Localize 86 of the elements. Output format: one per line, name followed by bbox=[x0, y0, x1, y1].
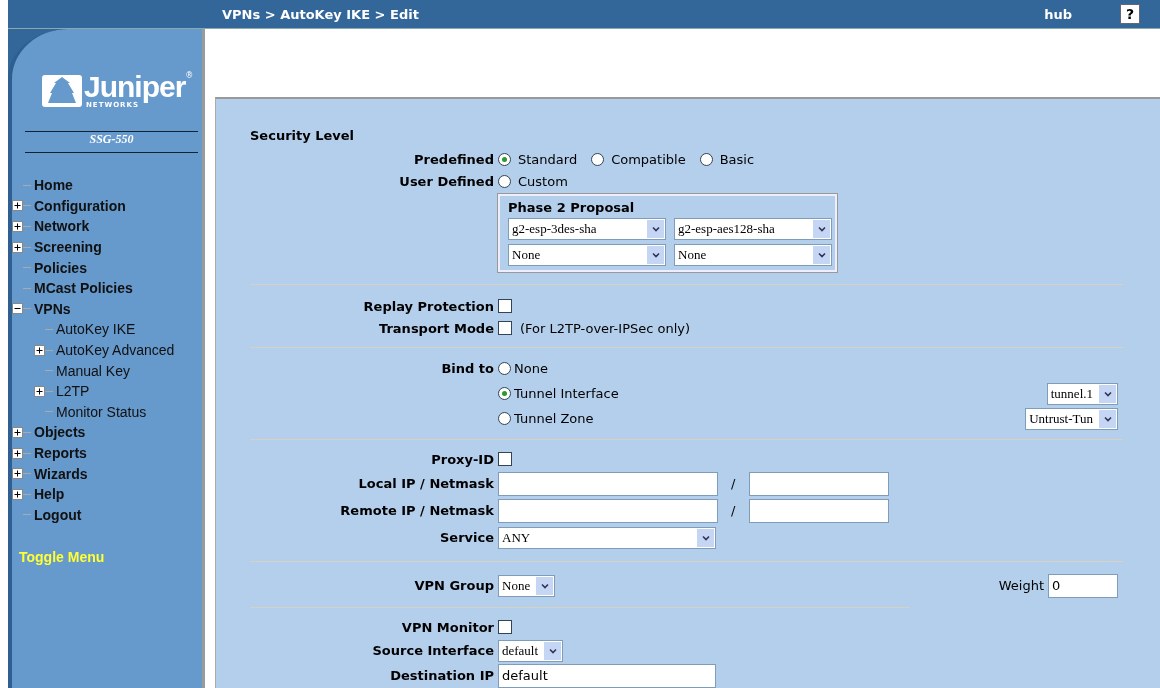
field-label: VPN Monitor bbox=[400, 619, 494, 635]
option-label: Custom bbox=[518, 173, 568, 189]
field-label: User Defined bbox=[398, 173, 494, 189]
menu-item[interactable]: MCast Policies bbox=[34, 280, 133, 297]
radio-button[interactable] bbox=[498, 174, 511, 188]
submenu-item[interactable]: Manual Key bbox=[56, 362, 130, 379]
submenu-item[interactable]: Monitor Status bbox=[56, 403, 147, 420]
checkbox[interactable] bbox=[498, 299, 512, 313]
menu-item[interactable]: Objects bbox=[34, 424, 86, 441]
expand-icon[interactable] bbox=[12, 200, 23, 212]
field-note: (For L2TP-over-IPSec only) bbox=[520, 320, 691, 336]
menu-item[interactable]: VPNs bbox=[34, 300, 71, 317]
option-label: Standard bbox=[518, 151, 578, 167]
vpn-group-dropdown[interactable]: None bbox=[498, 574, 556, 597]
help-button[interactable]: ? bbox=[1120, 4, 1140, 24]
radio-button[interactable] bbox=[699, 152, 713, 166]
source-interface-dropdown[interactable]: default bbox=[498, 639, 564, 662]
radio-button[interactable] bbox=[498, 152, 511, 166]
proposal-dropdown[interactable]: g2-esp-3des-sha bbox=[508, 218, 666, 240]
field-label: Replay Protection bbox=[362, 298, 494, 314]
submenu-item[interactable]: AutoKey IKE bbox=[56, 321, 136, 338]
service-dropdown[interactable]: ANY bbox=[498, 526, 716, 549]
field-label: Bind to bbox=[440, 361, 494, 376]
dropdown[interactable]: Untrust-Tun bbox=[1025, 407, 1118, 430]
user-name: hub bbox=[1044, 6, 1072, 22]
menu-item[interactable]: Screening bbox=[34, 239, 102, 256]
netmask-input[interactable] bbox=[749, 471, 890, 496]
expand-icon[interactable] bbox=[12, 241, 23, 253]
field-label: Transport Mode bbox=[378, 320, 494, 336]
collapse-icon[interactable] bbox=[12, 303, 23, 315]
radio-button[interactable] bbox=[498, 387, 511, 400]
field-label: Local IP / Netmask bbox=[357, 476, 494, 491]
field-label: VPN Group bbox=[413, 578, 494, 593]
menu-item[interactable]: Configuration bbox=[34, 197, 126, 214]
weight-input[interactable]: 0 bbox=[1048, 573, 1118, 598]
field-label: Remote IP / Netmask bbox=[339, 503, 494, 518]
submenu-item[interactable]: AutoKey Advanced bbox=[56, 342, 175, 359]
field-label: Service bbox=[438, 530, 494, 545]
section-title: Security Level bbox=[250, 128, 356, 145]
expand-icon[interactable] bbox=[12, 468, 23, 480]
option-label: None bbox=[514, 361, 548, 376]
option-label: Compatible bbox=[611, 151, 686, 167]
option-label: Basic bbox=[719, 151, 755, 167]
radio-button[interactable] bbox=[498, 362, 511, 375]
expand-icon[interactable] bbox=[34, 344, 45, 356]
separator: / bbox=[731, 476, 736, 491]
field-label: Predefined bbox=[413, 151, 494, 167]
breadcrumb: VPNs > AutoKey IKE > Edit bbox=[222, 6, 419, 22]
field-label: Proxy-ID bbox=[430, 451, 494, 467]
menu-item[interactable]: Home bbox=[34, 177, 73, 194]
logo-name: Juniper bbox=[84, 73, 186, 101]
proposal-dropdown[interactable]: g2-esp-aes128-sha bbox=[674, 218, 832, 240]
radio-button[interactable] bbox=[591, 152, 605, 166]
menu-item[interactable]: Help bbox=[34, 486, 65, 503]
checkbox[interactable] bbox=[498, 452, 512, 466]
expand-icon[interactable] bbox=[34, 385, 45, 397]
menu-item[interactable]: Policies bbox=[34, 259, 87, 276]
expand-icon[interactable] bbox=[12, 488, 23, 500]
radio-button[interactable] bbox=[498, 412, 511, 425]
dropdown[interactable]: tunnel.1 bbox=[1046, 382, 1118, 405]
ip-input[interactable] bbox=[498, 498, 718, 523]
proposal-dropdown[interactable]: None bbox=[674, 244, 832, 266]
separator: / bbox=[731, 503, 736, 518]
tree-logo-icon bbox=[42, 75, 82, 107]
menu-item[interactable]: Network bbox=[34, 218, 90, 235]
option-label: Tunnel Zone bbox=[514, 411, 594, 426]
device-model: SSG-550 bbox=[25, 131, 198, 153]
ip-input[interactable] bbox=[498, 471, 718, 496]
menu-item[interactable]: Reports bbox=[34, 445, 87, 461]
field-label: Source Interface bbox=[371, 643, 494, 658]
field-label: Destination IP bbox=[389, 668, 494, 683]
submenu-item[interactable]: L2TP bbox=[56, 383, 90, 400]
checkbox[interactable] bbox=[498, 321, 512, 335]
proposal-dropdown[interactable]: None bbox=[508, 244, 666, 266]
menu-item[interactable]: Logout bbox=[34, 506, 82, 523]
netmask-input[interactable] bbox=[749, 498, 890, 523]
proposal-title: Phase 2 Proposal bbox=[508, 200, 636, 215]
expand-icon[interactable] bbox=[12, 221, 23, 232]
option-label: Tunnel Interface bbox=[514, 386, 619, 401]
checkbox[interactable] bbox=[498, 620, 512, 634]
destination-ip-input[interactable]: default bbox=[498, 663, 716, 688]
field-label: Weight bbox=[998, 578, 1044, 593]
menu-item[interactable]: Wizards bbox=[34, 465, 88, 482]
expand-icon[interactable] bbox=[12, 426, 23, 438]
expand-icon[interactable] bbox=[12, 447, 23, 459]
registered-mark: ® bbox=[185, 71, 194, 80]
